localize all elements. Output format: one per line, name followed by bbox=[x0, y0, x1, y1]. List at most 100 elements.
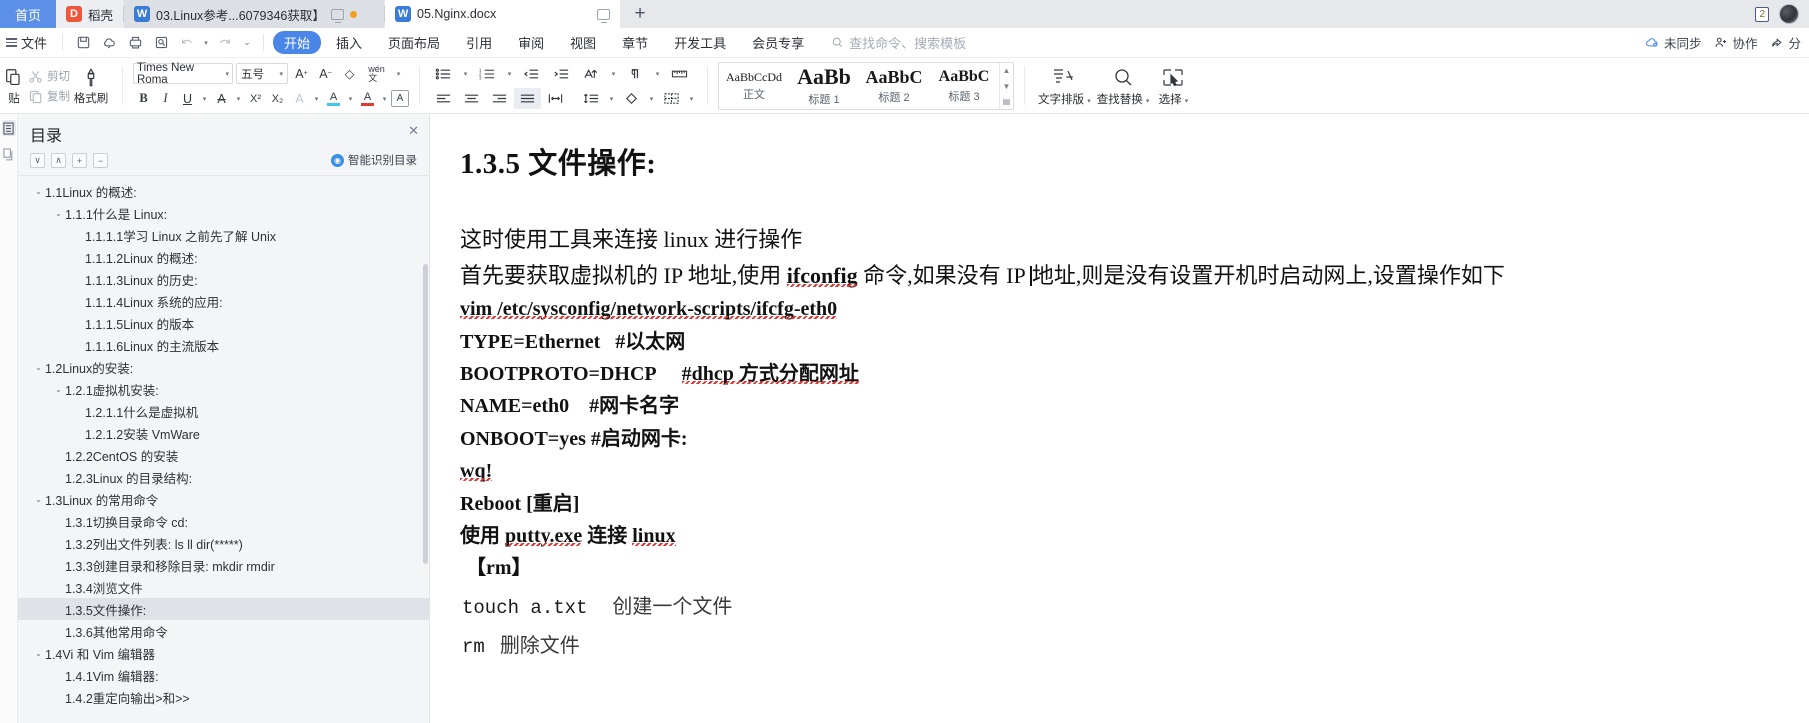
change-case-button[interactable]: A bbox=[289, 88, 310, 109]
align-left-icon[interactable] bbox=[430, 88, 457, 109]
new-tab-button[interactable]: + bbox=[620, 0, 660, 28]
cloud-save-icon[interactable] bbox=[96, 32, 122, 54]
numbered-list-icon[interactable]: 123 bbox=[474, 63, 501, 84]
outline-item[interactable]: ⌄ 1.2Linux的安装: bbox=[18, 356, 429, 378]
tab-linux-doc[interactable]: W 03.Linux参考...6079346获取】 bbox=[124, 0, 385, 28]
chevron-down-icon[interactable]: ⌄ bbox=[32, 363, 45, 372]
undo-icon[interactable] bbox=[174, 32, 200, 54]
print-icon[interactable] bbox=[122, 32, 148, 54]
share-button[interactable]: 分 bbox=[1770, 33, 1801, 52]
increase-indent-icon[interactable] bbox=[548, 63, 575, 84]
ribbon-tab-view[interactable]: 视图 bbox=[559, 31, 607, 54]
outline-item[interactable]: ⌄ 1.4Vi 和 Vim 编辑器 bbox=[18, 642, 429, 664]
shading-dropdown-icon[interactable]: ▾ bbox=[646, 88, 657, 109]
style-item-body[interactable]: AaBbCcDd 正文 bbox=[719, 63, 789, 109]
underline-dropdown-icon[interactable]: ▾ bbox=[199, 88, 210, 109]
text-highlight-button[interactable]: A bbox=[323, 88, 344, 109]
move-up-icon[interactable]: ∧ bbox=[51, 153, 66, 168]
italic-button[interactable]: I bbox=[155, 88, 176, 109]
outline-item[interactable]: 1.1.1.2Linux 的概述: bbox=[18, 246, 429, 268]
chevron-down-icon[interactable]: ⌄ bbox=[32, 187, 45, 196]
navigation-pane-scrollbar[interactable] bbox=[423, 264, 428, 564]
borders-icon[interactable] bbox=[658, 88, 685, 109]
clear-formatting-icon[interactable]: ◇ bbox=[339, 63, 360, 84]
outline-item[interactable]: 1.2.3Linux 的目录结构: bbox=[18, 466, 429, 488]
align-center-icon[interactable] bbox=[458, 88, 485, 109]
underline-button[interactable]: U bbox=[177, 88, 198, 109]
change-case-dropdown-icon[interactable]: ▾ bbox=[311, 88, 322, 109]
find-replace-button[interactable]: 查找替换 ▾ bbox=[1094, 66, 1153, 107]
ribbon-tab-references[interactable]: 引用 bbox=[455, 31, 503, 54]
justify-icon[interactable] bbox=[514, 88, 541, 109]
paste-button[interactable]: 贴 bbox=[0, 67, 28, 106]
outline-item[interactable]: 1.3.2列出文件列表: ls ll dir(*****) bbox=[18, 532, 429, 554]
pinyin-guide-icon[interactable]: wén 文 bbox=[363, 63, 390, 84]
format-painter-button[interactable]: 格式刷 bbox=[70, 67, 112, 106]
chevron-down-icon[interactable]: ⌄ bbox=[52, 209, 65, 218]
outline-item[interactable]: ⌄ 1.1.1什么是 Linux: bbox=[18, 202, 429, 224]
show-marks-dropdown-icon[interactable]: ▾ bbox=[652, 63, 663, 84]
collapse-all-icon[interactable]: − bbox=[93, 153, 108, 168]
align-right-icon[interactable] bbox=[486, 88, 513, 109]
tab-nginx-doc[interactable]: W 05.Nginx.docx bbox=[385, 0, 621, 28]
tab-docer[interactable]: D 稻壳 bbox=[56, 0, 124, 28]
outline-item[interactable]: 1.3.5文件操作: bbox=[18, 598, 429, 620]
sync-status-button[interactable]: 未同步 bbox=[1645, 33, 1701, 52]
outline-item[interactable]: 1.2.2CentOS 的安装 bbox=[18, 444, 429, 466]
ribbon-tab-page-layout[interactable]: 页面布局 bbox=[377, 31, 451, 54]
pinyin-dropdown-icon[interactable]: ▾ bbox=[393, 63, 404, 84]
outline-item[interactable]: 1.2.1.2安装 VmWare bbox=[18, 422, 429, 444]
style-item-h3[interactable]: AaBbC 标题 3 bbox=[929, 63, 999, 109]
expand-all-icon[interactable]: + bbox=[72, 153, 87, 168]
chevron-down-icon[interactable]: ⌄ bbox=[32, 649, 45, 658]
outline-item[interactable]: 1.1.1.4Linux 系统的应用: bbox=[18, 290, 429, 312]
ribbon-tab-chapter[interactable]: 章节 bbox=[611, 31, 659, 54]
outline-item[interactable]: 1.3.4浏览文件 bbox=[18, 576, 429, 598]
subscript-button[interactable]: X₂ bbox=[267, 88, 288, 109]
numbered-list-dropdown-icon[interactable]: ▾ bbox=[504, 63, 515, 84]
ribbon-tab-start[interactable]: 开始 bbox=[273, 31, 322, 54]
strikethrough-button[interactable]: A bbox=[211, 88, 232, 109]
sort-icon[interactable] bbox=[578, 63, 605, 84]
cut-button[interactable]: 剪切 bbox=[28, 68, 70, 84]
style-item-h1[interactable]: AaBb 标题 1 bbox=[789, 63, 859, 109]
line-spacing-icon[interactable] bbox=[578, 88, 605, 109]
copy-button[interactable]: 复制 bbox=[28, 88, 70, 104]
thumbnail-pane-icon[interactable] bbox=[2, 146, 16, 162]
cast-icon-2[interactable] bbox=[597, 8, 611, 23]
outline-item[interactable]: 1.1.1.1学习 Linux 之前先了解 Unix bbox=[18, 224, 429, 246]
undo-dropdown-icon[interactable]: ▾ bbox=[200, 32, 212, 54]
cast-icon[interactable] bbox=[330, 8, 344, 23]
bold-button[interactable]: B bbox=[133, 88, 154, 109]
avatar[interactable] bbox=[1779, 4, 1799, 24]
sort-dropdown-icon[interactable]: ▾ bbox=[608, 63, 619, 84]
text-typeset-button[interactable]: 文字排版 ▾ bbox=[1035, 66, 1094, 107]
outline-item[interactable]: ⌄ 1.3Linux 的常用命令 bbox=[18, 488, 429, 510]
save-icon[interactable] bbox=[70, 32, 96, 54]
line-spacing-dropdown-icon[interactable]: ▾ bbox=[606, 88, 617, 109]
move-down-icon[interactable]: ∨ bbox=[30, 153, 45, 168]
command-search[interactable]: 查找命令、搜索模板 bbox=[831, 33, 966, 52]
decrease-indent-icon[interactable] bbox=[518, 63, 545, 84]
ruler-icon[interactable] bbox=[666, 63, 693, 84]
outline-item[interactable]: 1.4.1Vim 编辑器: bbox=[18, 664, 429, 686]
print-preview-icon[interactable] bbox=[148, 32, 174, 54]
select-objects-button[interactable]: 选择 ▾ bbox=[1152, 66, 1194, 107]
collaborate-button[interactable]: 协作 bbox=[1714, 33, 1757, 52]
outline-item[interactable]: 1.2.1.1什么是虚拟机 bbox=[18, 400, 429, 422]
outline-item[interactable]: 1.3.6其他常用命令 bbox=[18, 620, 429, 642]
outline-item[interactable]: 1.3.3创建目录和移除目录: mkdir rmdir bbox=[18, 554, 429, 576]
window-count-badge[interactable]: 2 bbox=[1755, 6, 1769, 22]
file-menu-button[interactable]: 文件 bbox=[2, 33, 55, 52]
borders-dropdown-icon[interactable]: ▾ bbox=[686, 88, 697, 109]
font-name-combobox[interactable]: Times New Roma ▾ bbox=[133, 62, 233, 86]
ribbon-tab-insert[interactable]: 插入 bbox=[325, 31, 373, 54]
char-border-button[interactable]: A bbox=[391, 90, 409, 107]
ribbon-tab-review[interactable]: 审阅 bbox=[507, 31, 555, 54]
font-size-combobox[interactable]: 五号 ▾ bbox=[236, 63, 288, 84]
style-item-h2[interactable]: AaBbC 标题 2 bbox=[859, 63, 929, 109]
outline-item[interactable]: ⌄ 1.1Linux 的概述: bbox=[18, 180, 429, 202]
outline-tree[interactable]: ⌄ 1.1Linux 的概述: ⌄ 1.1.1什么是 Linux: 1.1.1.1学习 … bbox=[18, 175, 429, 723]
gallery-scroll-up-icon[interactable]: ▲ bbox=[1003, 66, 1011, 75]
ribbon-tab-member[interactable]: 会员专享 bbox=[741, 31, 815, 54]
